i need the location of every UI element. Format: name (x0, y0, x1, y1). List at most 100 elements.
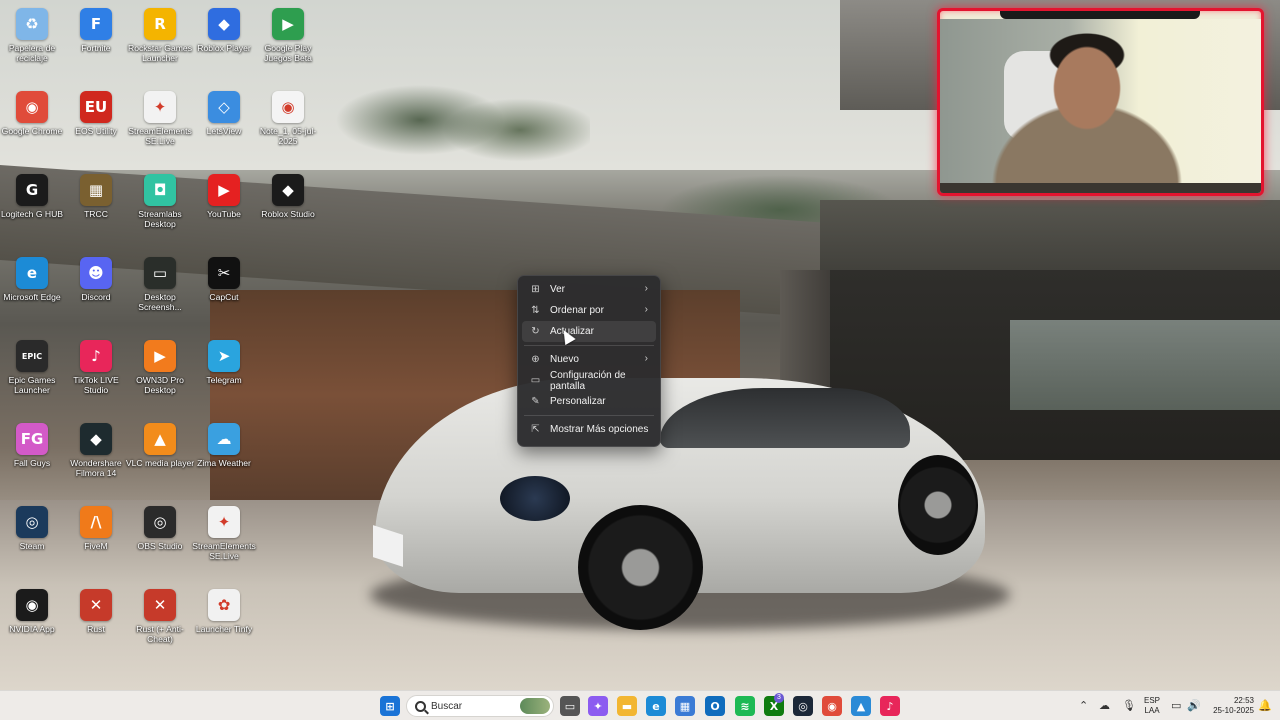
desktop-shortcut[interactable]: F Fortnite (64, 4, 128, 84)
desktop-shortcut[interactable]: ◉ Note_1, 05-jul-2025 (256, 87, 320, 167)
zima-weather-icon: ☁ (208, 423, 240, 455)
context-menu-label: Ver (550, 284, 566, 295)
desktop-shortcut[interactable]: ✿ Launcher Tinfy (192, 585, 256, 665)
desktop-shortcut[interactable]: ✕ Rust (64, 585, 128, 665)
desktop-shortcut[interactable]: ◆ Roblox Player (192, 4, 256, 84)
own3d-icon: ▶ (144, 340, 176, 372)
desktop-shortcut[interactable]: ♻ Papelera de reciclaje (0, 4, 64, 84)
sort-icon: ⇅ (531, 305, 540, 316)
desktop-shortcut[interactable]: EPIC Epic Games Launcher (0, 336, 64, 416)
desktop-shortcut[interactable]: ☁ Zima Weather (192, 419, 256, 499)
photos-icon[interactable]: ▲ (851, 696, 871, 716)
youtube-icon: ▶ (208, 174, 240, 206)
file-explorer-icon[interactable]: ▬ (617, 696, 637, 716)
copilot-icon[interactable]: ✦ (588, 696, 608, 716)
desktop-shortcut[interactable]: EU EOS Utility (64, 87, 128, 167)
volume-icon[interactable]: 🔊 (1187, 699, 1201, 713)
desktop-shortcut[interactable]: ▲ VLC media player (126, 419, 194, 499)
desktop-shortcut[interactable]: ◇ LetsView (192, 87, 256, 167)
filmora-icon: ◆ (80, 423, 112, 455)
webcam-frame-bar (1000, 11, 1200, 19)
show-hidden-icons-chevron-icon[interactable]: ⌃ (1079, 699, 1088, 713)
context-menu-item[interactable]: ⇱ Mostrar Más opciones (522, 419, 656, 440)
tiktok-icon[interactable]: ♪ (880, 696, 900, 716)
desktop-shortcut[interactable]: G Logitech G HUB (0, 170, 64, 250)
desktop-shortcut-label: Rust (+ Anti-Cheat) (136, 624, 184, 644)
desktop-shortcut-label: CapCut (209, 292, 239, 302)
desktop-shortcut[interactable]: ☻ Discord (64, 253, 128, 333)
launcher-tinfy-icon: ✿ (208, 589, 240, 621)
desktop-shortcut[interactable]: ♪ TikTok LIVE Studio (64, 336, 128, 416)
chrome-icon[interactable]: ◉ (822, 696, 842, 716)
store-icon[interactable]: ▦ (675, 696, 695, 716)
desktop-shortcut[interactable]: ◆ Wondershare Filmora 14 (64, 419, 128, 499)
car-headlight (500, 476, 570, 521)
desktop-shortcut-label: StreamElements SE.Live (128, 126, 192, 146)
desktop-context-menu: ⊞ Ver › ⇅ Ordenar por › ↻ Actualizar ⊕ Nuevo › ▭ Con… (517, 275, 661, 447)
desktop-shortcut[interactable]: R Rockstar Games Launcher (128, 4, 192, 84)
clock[interactable]: 22:53 25-10-2025 (1206, 696, 1254, 716)
desktop-shortcut[interactable]: ◘ Streamlabs Desktop (128, 170, 192, 250)
language-indicator[interactable]: ESP LAA (1140, 696, 1164, 716)
brush-icon: ✎ (531, 396, 540, 407)
desktop-shortcut[interactable]: ▦ TRCC (64, 170, 128, 250)
context-menu-item[interactable]: ⇅ Ordenar por › (522, 300, 656, 321)
context-menu-item[interactable]: ⊞ Ver › (522, 279, 656, 300)
cloud-sync-icon[interactable]: ☁ (1099, 699, 1110, 713)
desktop-shortcut[interactable]: ◆ Roblox Studio (256, 170, 320, 250)
desktop-shortcut-label: Wondershare Filmora 14 (70, 458, 122, 478)
wallpaper-roof-right (820, 200, 1280, 280)
desktop-shortcut[interactable]: ◎ Steam (0, 502, 64, 582)
task-view-icon[interactable]: ▭ (560, 696, 580, 716)
desktop-shortcut[interactable]: /\ FiveM (64, 502, 128, 582)
desktop-shortcut[interactable]: ▶ Google Play Juegos Beta (256, 4, 320, 84)
desktop-shortcut-label: Roblox Player (197, 43, 251, 53)
desktop-shortcut[interactable]: ✦ StreamElements SE.Live (128, 87, 192, 167)
context-menu-item[interactable]: ⊕ Nuevo › (522, 349, 656, 370)
desktop-shortcut[interactable]: ✦ StreamElements SE.Live (192, 502, 256, 582)
wallpaper-trees (620, 160, 940, 250)
epic-games-icon: EPIC (16, 340, 48, 372)
roblox-icon: ◆ (208, 8, 240, 40)
wallpaper-carport (830, 270, 1280, 460)
roblox-studio-icon: ◆ (272, 174, 304, 206)
context-menu-label: Mostrar Más opciones (550, 424, 649, 435)
outlook-icon[interactable]: O (705, 696, 725, 716)
taskbar: Buscar ⊞ ▭ ✦ ▬ e ▦ O ≋ X ◎ ◉ ▲ ♪ ⌃ ☁ 🎙 ESP LAA ▭ 🔊 2… (0, 690, 1280, 720)
start-icon[interactable]: ⊞ (380, 696, 400, 716)
desktop-shortcut[interactable]: ◎ OBS Studio (128, 502, 192, 582)
network-icon[interactable]: ▭ (1171, 699, 1181, 713)
notification-bell-icon[interactable]: 🔔 (1258, 699, 1272, 713)
spotify-icon[interactable]: ≋ (735, 696, 755, 716)
desktop-shortcut[interactable]: ▶ OWN3D Pro Desktop (128, 336, 192, 416)
taskbar-search-box[interactable]: Buscar (406, 695, 554, 717)
context-menu-item[interactable]: ↻ Actualizar (522, 321, 656, 342)
microphone-icon[interactable]: 🎙 (1122, 699, 1136, 713)
streamlabs-icon: ◘ (144, 174, 176, 206)
edge-icon[interactable]: e (646, 696, 666, 716)
desktop-shortcut[interactable]: e Microsoft Edge (0, 253, 64, 333)
refresh-icon: ↻ (531, 326, 540, 337)
desktop-shortcut[interactable]: ▶ YouTube (192, 170, 256, 250)
language-top: ESP (1143, 696, 1160, 705)
context-menu-item[interactable]: ✎ Personalizar (522, 391, 656, 412)
desktop-shortcut[interactable]: FG Fall Guys (0, 419, 64, 499)
obs-icon: ◎ (144, 506, 176, 538)
menu-separator (524, 345, 654, 346)
wallpaper-palms (330, 80, 590, 220)
desktop-shortcut[interactable]: ▭ Desktop Screensh... (128, 253, 192, 333)
chevron-right-icon: › (644, 304, 648, 315)
display-settings-icon: ▭ (530, 375, 541, 386)
streamelements-icon: ✦ (144, 91, 176, 123)
context-menu-item[interactable]: ▭ Configuración de pantalla (522, 370, 656, 392)
desktop-shortcut-label: Streamlabs Desktop (138, 209, 182, 229)
car-shadow (370, 560, 1010, 630)
fivem-icon: /\ (80, 506, 112, 538)
context-menu-label: Personalizar (550, 396, 606, 407)
desktop-shortcut[interactable]: ◉ NVIDIA App (0, 585, 64, 665)
steam-icon[interactable]: ◎ (793, 696, 813, 716)
desktop-shortcut[interactable]: ◉ Google Chrome (0, 87, 64, 167)
desktop-shortcut[interactable]: ✂ CapCut (192, 253, 256, 333)
desktop-shortcut[interactable]: ➤ Telegram (192, 336, 256, 416)
desktop-shortcut[interactable]: ✕ Rust (+ Anti-Cheat) (128, 585, 192, 665)
